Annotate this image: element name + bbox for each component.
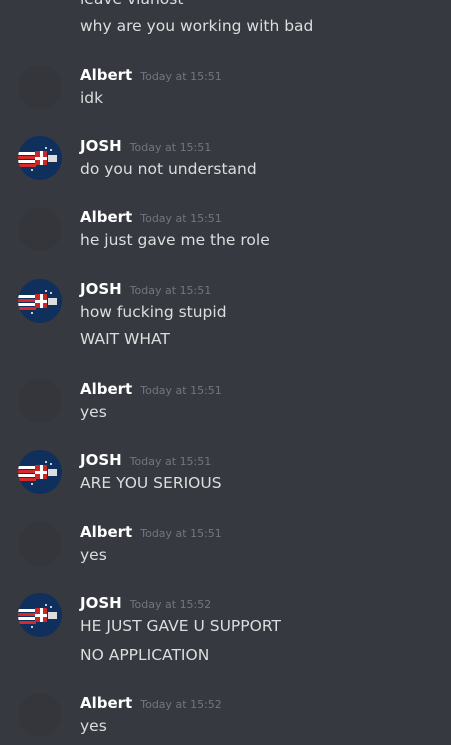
author-name[interactable]: JOSH: [80, 137, 122, 155]
message-text: HE JUST GAVE U SUPPORT: [80, 617, 281, 635]
avatar[interactable]: [18, 65, 62, 109]
author-name[interactable]: Albert: [80, 208, 132, 226]
message-text: WAIT WHAT: [80, 330, 170, 348]
message-text: NO APPLICATION: [80, 646, 210, 664]
message-text: how fucking stupid: [80, 303, 227, 321]
author-name[interactable]: JOSH: [80, 451, 122, 469]
flag-avatar-icon[interactable]: [18, 136, 62, 180]
author-name[interactable]: JOSH: [80, 594, 122, 612]
message-text: he just gave me the role: [80, 231, 270, 249]
timestamp: Today at 15:51: [129, 284, 212, 297]
author-name[interactable]: Albert: [80, 523, 132, 541]
flag-avatar-icon[interactable]: [18, 279, 62, 323]
timestamp: Today at 15:51: [129, 455, 212, 468]
avatar[interactable]: [18, 522, 62, 566]
author-name[interactable]: JOSH: [80, 280, 122, 298]
message-text: ARE YOU SERIOUS: [80, 474, 222, 492]
message-text: why are you working with bad: [80, 17, 314, 35]
author-name[interactable]: Albert: [80, 380, 132, 398]
message-text: yes: [80, 546, 107, 564]
message-text: do you not understand: [80, 160, 257, 178]
avatar[interactable]: [18, 379, 62, 423]
avatar[interactable]: [18, 207, 62, 251]
timestamp: Today at 15:51: [129, 141, 212, 154]
timestamp: Today at 15:52: [129, 598, 212, 611]
author-name[interactable]: Albert: [80, 66, 132, 84]
timestamp: Today at 15:52: [140, 698, 222, 711]
message-text: idk: [80, 89, 104, 107]
timestamp: Today at 15:51: [140, 212, 222, 225]
message-text: yes: [80, 717, 107, 735]
author-name[interactable]: Albert: [80, 694, 132, 712]
flag-avatar-icon[interactable]: [18, 593, 62, 637]
message-text: leave vianost: [80, 0, 183, 8]
timestamp: Today at 15:51: [140, 527, 222, 540]
message-text: yes: [80, 403, 107, 421]
timestamp: Today at 15:51: [140, 384, 222, 397]
avatar[interactable]: [18, 693, 62, 737]
flag-avatar-icon[interactable]: [18, 450, 62, 494]
timestamp: Today at 15:51: [140, 70, 222, 83]
